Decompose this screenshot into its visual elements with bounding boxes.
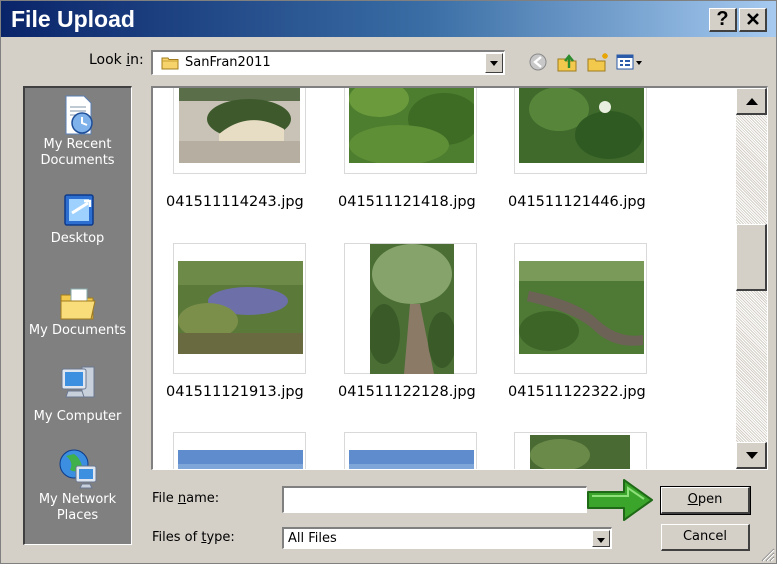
thumbnail-image bbox=[519, 88, 644, 163]
cancel-button[interactable]: Cancel bbox=[661, 524, 750, 551]
thumbnail-image bbox=[519, 261, 644, 354]
place-label: My Documents bbox=[28, 323, 127, 338]
place-desktop[interactable]: Desktop bbox=[25, 191, 130, 247]
files-of-type-value: All Files bbox=[288, 531, 337, 546]
file-thumbnail[interactable] bbox=[514, 432, 647, 469]
file-name: 041511122128.jpg bbox=[338, 384, 476, 400]
files-of-type-label: Files of type: bbox=[152, 530, 235, 545]
file-upload-dialog: File Upload ? Look in: SanFran2011 My Re… bbox=[0, 0, 777, 564]
file-thumbnail[interactable] bbox=[173, 88, 306, 174]
help-button[interactable]: ? bbox=[709, 8, 737, 32]
file-thumbnail[interactable] bbox=[173, 243, 306, 374]
file-thumbnail[interactable] bbox=[344, 432, 477, 469]
file-name-input[interactable] bbox=[282, 486, 587, 513]
look-in-dropdown-button[interactable] bbox=[485, 53, 503, 73]
back-icon[interactable] bbox=[527, 51, 551, 73]
scroll-thumb[interactable] bbox=[736, 224, 767, 291]
thumbnail-image bbox=[178, 450, 303, 469]
file-name: 041511122322.jpg bbox=[508, 384, 646, 400]
place-my-computer[interactable]: My Computer bbox=[25, 361, 130, 425]
file-thumbnail[interactable] bbox=[514, 243, 647, 374]
file-name: 041511121913.jpg bbox=[166, 384, 304, 400]
place-label: My Computer bbox=[33, 409, 122, 424]
close-button[interactable] bbox=[739, 8, 767, 32]
look-in-value: SanFran2011 bbox=[185, 55, 271, 70]
place-label: Desktop bbox=[50, 231, 105, 246]
file-name: 041511114243.jpg bbox=[166, 194, 304, 210]
place-label: My Network Places bbox=[38, 492, 117, 523]
close-icon bbox=[746, 13, 759, 25]
my-computer-icon bbox=[61, 366, 94, 398]
title-bar[interactable]: File Upload ? bbox=[1, 1, 776, 37]
thumbnail-image bbox=[349, 450, 474, 469]
file-thumbnail[interactable] bbox=[344, 88, 477, 174]
resize-grip-icon[interactable] bbox=[759, 546, 775, 562]
look-in-dropdown[interactable]: SanFran2011 bbox=[151, 50, 505, 75]
file-name-label: File name: bbox=[152, 491, 220, 506]
file-thumbnail[interactable] bbox=[173, 432, 306, 469]
place-my-recent-documents[interactable]: My Recent Documents bbox=[25, 93, 130, 169]
file-list[interactable]: 041511114243.jpg 041511121418.jpg 041511… bbox=[151, 86, 768, 470]
window-title: File Upload bbox=[11, 6, 135, 32]
scroll-down-button[interactable] bbox=[736, 442, 767, 469]
desktop-icon bbox=[63, 194, 94, 226]
place-my-documents[interactable]: My Documents bbox=[25, 279, 130, 339]
file-thumbnail[interactable] bbox=[344, 243, 477, 374]
views-menu-icon[interactable] bbox=[615, 51, 645, 73]
scroll-up-button[interactable] bbox=[736, 88, 767, 115]
open-button[interactable]: Open bbox=[660, 486, 751, 515]
file-list-scrollbar[interactable] bbox=[736, 88, 767, 469]
file-name: 041511121446.jpg bbox=[508, 194, 646, 210]
thumbnail-image bbox=[349, 88, 474, 163]
file-thumbnail[interactable] bbox=[514, 88, 647, 174]
files-of-type-dropdown[interactable]: All Files bbox=[282, 527, 612, 549]
recent-documents-icon bbox=[65, 95, 93, 135]
look-in-label: Look in: bbox=[89, 52, 144, 68]
my-documents-icon bbox=[60, 288, 96, 320]
network-places-icon bbox=[59, 449, 96, 489]
thumbnail-image bbox=[179, 88, 300, 163]
file-name: 041511121418.jpg bbox=[338, 194, 476, 210]
folder-icon bbox=[161, 57, 179, 70]
places-bar: My Recent Documents Desktop My Documents bbox=[23, 86, 132, 545]
place-my-network-places[interactable]: My Network Places bbox=[25, 446, 130, 524]
new-folder-icon[interactable] bbox=[586, 51, 610, 73]
thumbnail-image bbox=[370, 244, 454, 374]
up-folder-icon[interactable] bbox=[556, 51, 580, 73]
green-arrow-icon bbox=[587, 479, 653, 521]
place-label: My Recent Documents bbox=[40, 137, 115, 168]
thumbnail-image bbox=[178, 261, 303, 354]
files-of-type-dropdown-button[interactable] bbox=[592, 530, 610, 547]
thumbnail-image bbox=[530, 435, 630, 469]
